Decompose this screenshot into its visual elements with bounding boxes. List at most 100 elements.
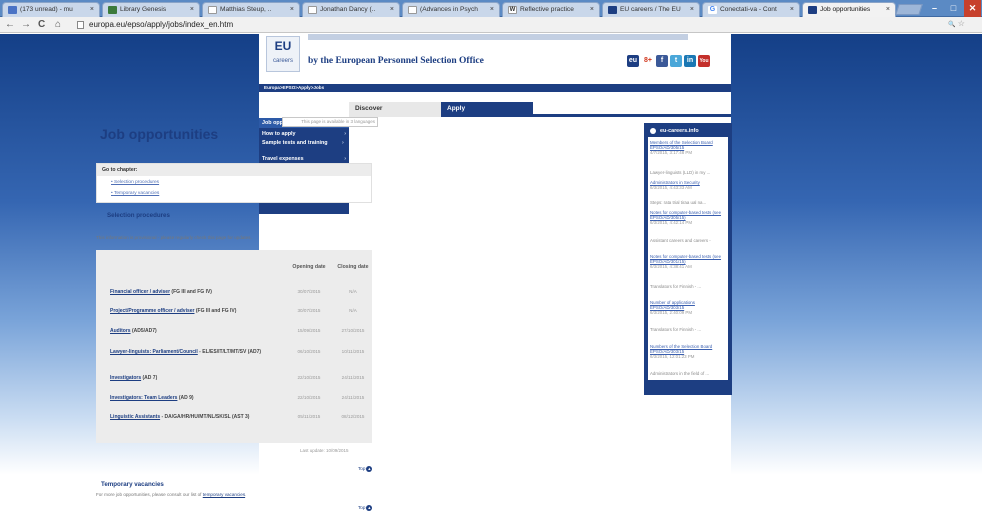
job-link-investigators[interactable]: Investigators: [110, 375, 141, 381]
language-availability-notice[interactable]: This page is available in 3 languages: [282, 117, 378, 127]
job-link-linguistic-assistants[interactable]: Linguistic Assistants: [110, 414, 160, 420]
tab-close-icon[interactable]: ×: [490, 3, 494, 16]
minimize-button[interactable]: –: [926, 0, 943, 17]
reload-icon[interactable]: C: [38, 19, 45, 31]
list-item: Members of the Selection Board EPSO/AD/3…: [650, 140, 726, 155]
page-icon: [77, 21, 84, 29]
closing-date: 08/12/2015: [341, 414, 365, 419]
page-icon: [308, 6, 317, 14]
back-to-top-link[interactable]: Top ▲: [358, 505, 373, 511]
job-link-financial-officer[interactable]: Financial officer / adviser: [110, 289, 170, 295]
chapter-navigation: Go to chapter: • Selection procedures • …: [96, 163, 372, 203]
eu-careers-logo[interactable]: EU careers: [266, 36, 300, 72]
news-link[interactable]: Members of the Selection Board EPSO/AD/3…: [650, 140, 726, 150]
tab-label: (173 unread) - mu: [20, 6, 73, 13]
new-tab-button[interactable]: [895, 4, 923, 15]
tab-label: Matthias Steup, ..: [220, 6, 272, 13]
mail-icon: [8, 6, 17, 14]
logo-subtext: careers: [272, 58, 293, 64]
browser-tab-job-opportunities[interactable]: Job opportunities ×: [802, 2, 896, 17]
news-time: 6/3/2015, 2:40:09 PM: [650, 310, 692, 315]
url-actions: 🔍 ☆: [948, 19, 965, 28]
tab-label: (Advances in Psych: [420, 6, 478, 13]
list-item: Steps: rata trial tiraa ual na...: [650, 200, 707, 205]
opening-date: 05/11/2015: [297, 414, 321, 419]
closing-date: 24/11/2015: [341, 375, 365, 380]
breadcrumb[interactable]: Europa>EPSO>Apply>Jobs: [259, 84, 731, 92]
chapter-link-selection-procedures[interactable]: • Selection procedures: [111, 180, 159, 185]
twitter-icon[interactable]: t: [670, 55, 682, 67]
youtube-icon[interactable]: You: [698, 55, 710, 67]
news-time: 4/7/2015, 3:17:48 PM: [650, 150, 692, 155]
browser-tab-advances[interactable]: (Advances in Psych ×: [402, 2, 500, 17]
closing-date-header: Closing date: [337, 264, 369, 270]
browser-tab-google[interactable]: G Conectati-va - Cont ×: [702, 2, 800, 17]
tab-close-icon[interactable]: ×: [190, 3, 194, 16]
tab-close-icon[interactable]: ×: [690, 3, 694, 16]
tab-close-icon[interactable]: ×: [90, 3, 94, 16]
temporary-vacancies-link[interactable]: temporary vacancies: [203, 492, 245, 497]
chapter-link-temporary-vacancies[interactable]: • Temporary vacancies: [111, 191, 159, 196]
news-feed-footer: [648, 382, 728, 392]
job-link-project-officer[interactable]: Project/Programme officer / adviser: [110, 308, 194, 314]
browser-tab-steup[interactable]: Matthias Steup, .. ×: [202, 2, 300, 17]
tab-label: Reflective practice: [520, 6, 574, 13]
main-nav-tabs: Discover Apply: [349, 102, 731, 117]
arrow-up-icon: ▲: [366, 505, 373, 511]
news-link[interactable]: Numbers of the Selection Board EPSO/AD/3…: [650, 344, 726, 354]
left-menu-how-to-apply[interactable]: How to apply ›: [262, 131, 346, 138]
opening-date: 30/07/2015: [297, 308, 321, 313]
back-icon[interactable]: ←: [5, 19, 15, 31]
chapter-heading: Go to chapter:: [97, 164, 371, 176]
job-link-team-leaders[interactable]: Investigators: Team Leaders: [110, 395, 177, 401]
browser-tab-library-genesis[interactable]: Library Genesis ×: [102, 2, 200, 17]
maximize-button[interactable]: □: [945, 0, 962, 17]
list-item: Notes for computer-based tests (see EPSO…: [650, 254, 726, 269]
browser-tab-eu-careers[interactable]: EU careers / The EU ×: [602, 2, 700, 17]
masthead-banner: [308, 34, 688, 40]
tab-close-icon[interactable]: ×: [390, 3, 394, 16]
job-link-auditors[interactable]: Auditors: [110, 328, 131, 334]
tab-apply[interactable]: Apply: [441, 102, 533, 117]
wikipedia-icon: W: [508, 6, 517, 14]
opening-date: 06/10/2015: [297, 349, 321, 354]
facebook-icon[interactable]: f: [656, 55, 668, 67]
tab-label: Job opportunities: [820, 6, 871, 13]
url-bar[interactable]: europa.eu/epso/apply/jobs/index_en.htm: [77, 19, 937, 31]
tab-discover[interactable]: Discover: [349, 102, 441, 117]
zoom-icon[interactable]: 🔍: [948, 22, 955, 28]
news-time: 6/3/2015, 12:01:23 PM: [650, 354, 695, 359]
news-link[interactable]: Notes for computer-based tests (see EPSO…: [650, 254, 726, 264]
closing-date: N/A: [349, 308, 357, 313]
eu-icon[interactable]: eu: [627, 55, 639, 67]
browser-tab-reflective[interactable]: W Reflective practice ×: [502, 2, 600, 17]
news-time: 6/3/2015, 4:38:41 AM: [650, 264, 692, 269]
news-link[interactable]: Number of applications EPSO/AD/303/15: [650, 300, 726, 310]
tab-label: Library Genesis: [120, 6, 167, 13]
close-window-button[interactable]: ✕: [964, 0, 981, 17]
job-link-lawyer-linguists[interactable]: Lawyer-linguists: Parliament/Council: [110, 349, 198, 355]
table-row: Investigators: Team Leaders (AD 9): [110, 395, 290, 402]
left-menu-travel-expenses[interactable]: Travel expenses ›: [262, 156, 346, 163]
page-title: Job opportunities: [100, 126, 219, 142]
tab-close-icon[interactable]: ×: [790, 3, 794, 16]
news-link[interactable]: Notes for computer-based tests (see EPSO…: [650, 210, 726, 220]
browser-tab-mail[interactable]: (173 unread) - mu ×: [2, 2, 100, 17]
back-to-top-link[interactable]: Top ▲: [358, 466, 373, 472]
opening-date-header: Opening date: [292, 264, 326, 270]
list-item: Assistant careers and careers -: [650, 238, 711, 243]
google-plus-icon[interactable]: 8+: [642, 55, 654, 67]
linkedin-icon[interactable]: in: [684, 55, 696, 67]
arrow-up-icon: ▲: [366, 466, 373, 472]
closing-date: 27/10/2015: [341, 328, 365, 333]
list-item: Notes for computer-based tests (see EPSO…: [650, 210, 726, 225]
tab-close-icon[interactable]: ×: [590, 3, 594, 16]
browser-tab-dancy[interactable]: Jonathan Dancy (.. ×: [302, 2, 400, 17]
home-icon[interactable]: ⌂: [55, 19, 61, 31]
address-toolbar: ← → C ⌂ europa.eu/epso/apply/jobs/index_…: [0, 17, 982, 33]
tab-close-icon[interactable]: ×: [290, 3, 294, 16]
left-menu-sample-tests[interactable]: Sample tests and training: [262, 140, 332, 147]
bookmark-star-icon[interactable]: ☆: [958, 19, 965, 28]
tab-close-icon[interactable]: ×: [886, 3, 890, 16]
forward-icon[interactable]: →: [21, 19, 31, 31]
